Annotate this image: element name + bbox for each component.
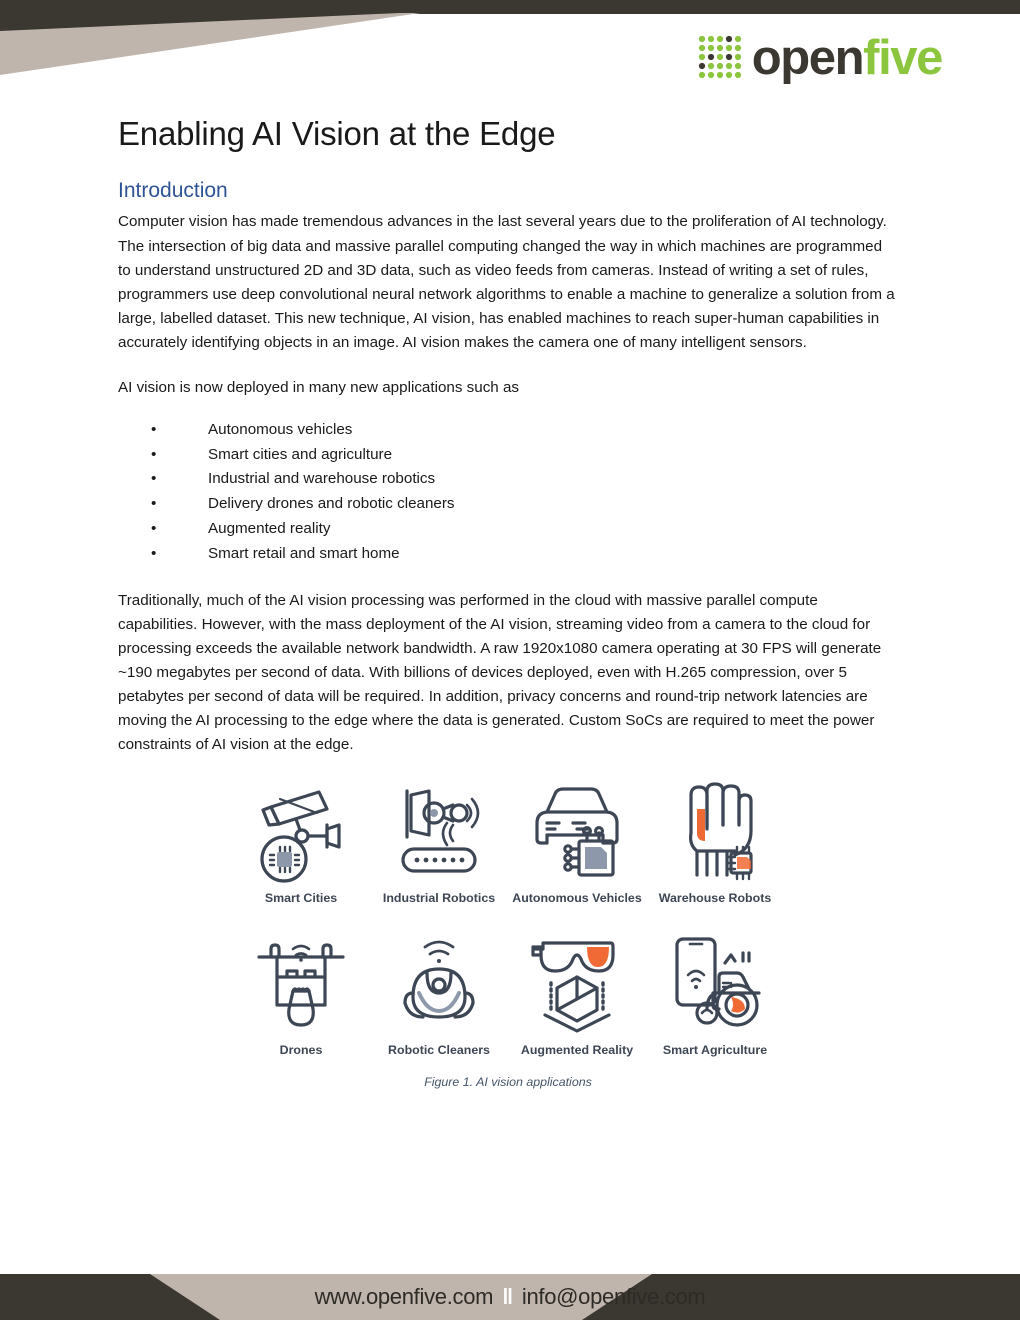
logo-dot-matrix-icon [698,35,741,79]
logo-word-open: open [751,30,865,85]
list-item: • Smart retail and smart home [118,542,898,567]
figure-item-industrial-robotics: Industrial Robotics [370,775,508,905]
figure-item-label: Warehouse Robots [658,891,772,906]
figure-item-label: Smart Cities [264,891,338,906]
list-item: • Delivery drones and robotic cleaners [118,492,898,517]
figure-item-label: Robotic Cleaners [388,1043,490,1058]
list-item-label: Smart cities and agriculture [208,445,393,463]
footer-separator-icon: ‖ [502,1284,513,1309]
page-title: Enabling AI Vision at the Edge [118,115,556,152]
list-item-label: Smart retail and smart home [208,545,400,563]
bullet-glyph-icon: • [151,545,157,563]
list-item: • Autonomous vehicles [118,418,898,443]
logo-word-five: five [863,30,943,85]
bullet-glyph-icon: • [151,420,157,438]
figure-item-smart-agriculture: Smart Agriculture [646,927,784,1057]
figure-icon-row-1: Smart Cities Industrial Robotics Autonom… [118,775,898,905]
figure-item-label: Industrial Robotics [382,891,496,906]
figure-caption: Figure 1. AI vision applications [424,1075,592,1090]
figure-item-augmented-reality: Augmented Reality [508,927,646,1057]
figure-icon-row-2: Drones Robotic Cleaners Augmented Realit… [118,927,898,1057]
list-item: • Augmented reality [118,517,898,542]
figure-item-autonomous-vehicles: Autonomous Vehicles [508,775,646,905]
bullet-glyph-icon: • [151,520,157,538]
header-dark-bar [0,0,1020,14]
tractor-phone-icon [646,927,784,1039]
list-item-label: Augmented reality [208,520,331,538]
list-item-label: Autonomous vehicles [208,420,353,438]
figure-item-robotic-cleaners: Robotic Cleaners [370,927,508,1057]
section-heading-introduction: Introduction [118,179,228,203]
figure-item-label: Smart Agriculture [662,1043,768,1058]
list-item-label: Industrial and warehouse robotics [208,470,436,488]
figure-ai-vision-applications: Smart Cities Industrial Robotics Autonom… [118,775,898,1089]
car-chip-icon [508,775,646,887]
delivery-drone-icon [232,927,370,1039]
figure-item-drones: Drones [232,927,370,1057]
list-item: • Industrial and warehouse robotics [118,467,898,492]
figure-item-label: Autonomous Vehicles [512,891,642,906]
openfive-logo: openfive [696,30,944,85]
robot-hand-icon [646,775,784,887]
bullet-glyph-icon: • [151,470,157,488]
applications-bullet-list: • Autonomous vehicles • Smart cities and a… [118,418,898,568]
robotic-arm-icon [370,775,508,887]
footer-contact-line: www.openfive.com ‖ info@openfive.com [0,1274,1020,1320]
ar-goggles-icon [508,927,646,1039]
document-body: Enabling AI Vision at the Edge Introduct… [118,115,898,1089]
list-item-label: Delivery drones and robotic cleaners [208,495,455,513]
figure-item-smart-cities: Smart Cities [232,775,370,905]
bullet-glyph-icon: • [151,445,157,463]
list-item: • Smart cities and agriculture [118,443,898,468]
logo-wordmark: openfive [751,30,944,85]
bullet-glyph-icon: • [151,495,157,513]
figure-item-label: Augmented Reality [520,1043,634,1058]
footer-email-link[interactable]: info@openfive.com [522,1284,706,1310]
footer-website-link[interactable]: www.openfive.com [315,1284,494,1310]
paragraph-applications-lead: AI vision is now deployed in many new ap… [118,378,520,396]
paragraph-edge-processing: Traditionally, much of the AI vision pro… [118,592,882,754]
page-footer-banner: www.openfive.com ‖ info@openfive.com [0,1262,1020,1320]
paragraph-introduction: Computer vision has made tremendous adva… [118,213,895,351]
figure-item-warehouse-robots: Warehouse Robots [646,775,784,905]
figure-item-label: Drones [279,1043,323,1058]
robot-vacuum-icon [370,927,508,1039]
security-camera-chip-icon [232,775,370,887]
